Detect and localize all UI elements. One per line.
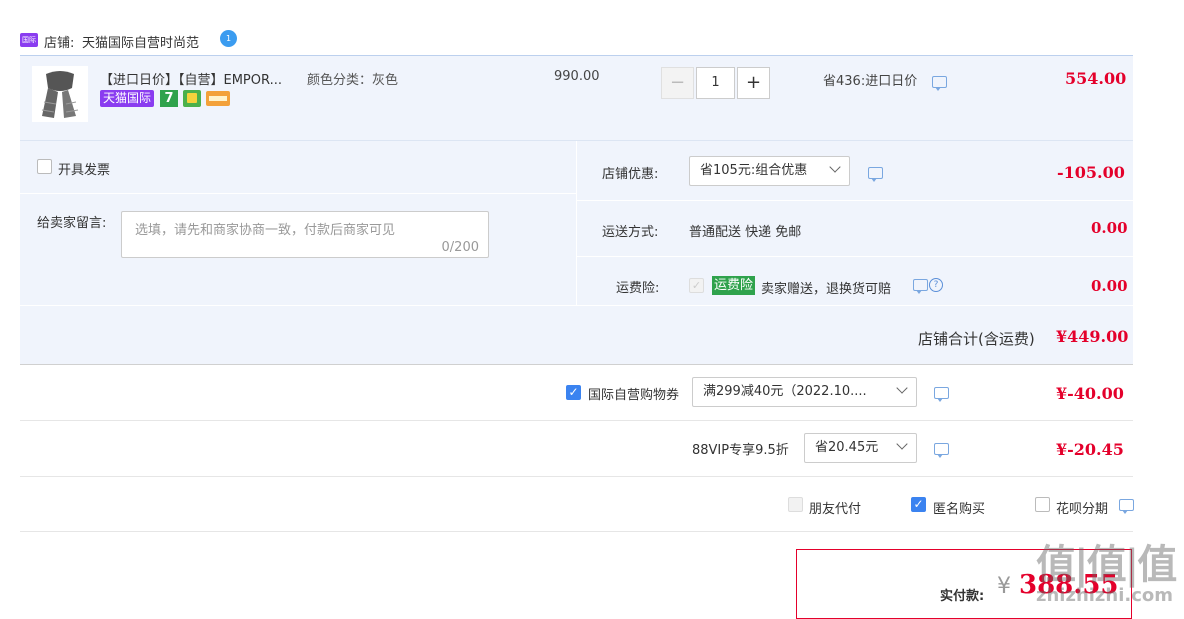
quantity-stepper: − 1 + [661,67,771,99]
insurance-label: 运费险: [616,281,660,296]
seller-message-input[interactable]: 选填，请先和商家协商一致，付款后商家可见 0/200 [121,211,489,258]
shipping-amount: 0.00 [1091,219,1128,237]
message-icon[interactable] [868,167,883,182]
help-icon[interactable]: ? [929,278,943,292]
huabei-label: 花呗分期 [1056,502,1109,517]
coupon-row: ✓ 国际自营购物券 满299减40元（2022.10.... ¥-40.00 [20,365,1133,420]
shop-discount-amount: -105.00 [1057,163,1125,182]
shop-name[interactable]: 天猫国际自营时尚范 [82,32,199,51]
shop-label: 店铺: [44,36,75,51]
coupon-amount: ¥-40.00 [1056,384,1124,403]
original-price: 990.00 [554,69,600,84]
badge-card-icon [206,91,230,106]
vip-select[interactable]: 省20.45元 [804,433,917,463]
insurance-row: 运费险: ✓ 运费险 卖家赠送，退换货可赔 ? 0.00 [577,257,1133,305]
decrease-button[interactable]: − [661,67,694,99]
invoice-checkbox[interactable] [37,159,52,174]
item-price: 554.00 [1065,69,1127,88]
message-label: 给卖家留言: [37,216,107,231]
insurance-desc: 卖家赠送，退换货可赔 [761,282,892,297]
item-sku: 颜色分类：灰色 [307,73,399,88]
shop-header: 国际 店铺: 天猫国际自营时尚范 1 [20,30,260,52]
chevron-down-icon [896,382,908,394]
coupon-checkbox[interactable]: ✓ [566,385,581,400]
watermark: 值|值|值 zhizhizhi.com [1030,530,1180,614]
shop-discount-label: 店铺优惠: [602,167,659,182]
shop-discount-row: 店铺优惠: 省105元:组合优惠 -105.00 [577,141,1133,200]
message-icon[interactable] [913,279,928,294]
product-image[interactable] [32,66,88,122]
item-title[interactable]: 【进口日价】【自营】EMPOR... [100,69,282,88]
message-counter: 0/200 [441,240,479,255]
chevron-down-icon [896,438,908,450]
coupon-value: 满299减40元（2022.10.... [703,384,867,399]
shipping-label: 运送方式: [602,225,659,240]
vip-row: 88VIP专享9.5折 省20.45元 ¥-20.45 [20,421,1133,476]
shop-discount-value: 省105元:组合优惠 [700,163,808,178]
shipping-row: 运送方式: 普通配送 快递 免邮 0.00 [577,201,1133,256]
payment-currency: ¥ [997,574,1011,599]
vip-amount: ¥-20.45 [1056,440,1124,459]
invoice-label: 开具发票 [58,163,111,178]
badge-tmall-global: 天猫国际 [100,90,155,107]
friend-pay-checkbox[interactable] [788,497,803,512]
wangwang-chat-icon[interactable]: 1 [220,30,237,47]
payment-options-row: 朋友代付 ✓ 匿名购买 花呗分期 [20,477,1134,531]
shipping-value: 普通配送 快递 免邮 [689,225,802,240]
message-icon[interactable] [932,76,947,91]
anonymous-checkbox[interactable]: ✓ [911,497,926,512]
message-icon[interactable] [934,387,949,402]
coupon-select[interactable]: 满299减40元（2022.10.... [692,377,917,407]
shop-discount-select[interactable]: 省105元:组合优惠 [689,156,850,186]
chevron-down-icon [829,161,841,173]
insurance-amount: 0.00 [1091,277,1128,295]
huabei-checkbox[interactable] [1035,497,1050,512]
vip-value: 省20.45元 [815,440,879,455]
payment-label: 实付款: [940,589,985,604]
scarf-icon [41,71,79,118]
shop-total-row: 店铺合计(含运费) ¥449.00 [20,306,1133,364]
badge-7-day-return: 7 [160,90,178,107]
order-extras-panel: 开具发票 给卖家留言: 选填，请先和商家协商一致，付款后商家可见 0/200 [20,141,576,305]
item-row: 【进口日价】【自营】EMPOR... 颜色分类：灰色 天猫国际 7 990.00… [20,56,1133,140]
message-icon[interactable] [1119,499,1134,514]
watermark-logo: 值|值|值 [1036,542,1177,588]
coupon-label: 国际自营购物券 [588,388,680,403]
insurance-checkbox: ✓ [689,278,704,293]
friend-pay-label: 朋友代付 [809,502,862,517]
message-icon[interactable] [934,443,949,458]
insurance-tag: 运费险 [712,276,756,295]
item-saving: 省436:进口日价 [823,74,918,89]
increase-button[interactable]: + [737,67,770,99]
message-placeholder: 选填，请先和商家协商一致，付款后商家可见 [135,223,396,238]
badge-gift-icon [183,90,201,107]
tmall-global-icon: 国际 [20,33,38,47]
watermark-domain: zhizhizhi.com [1036,585,1174,606]
shop-total-label: 店铺合计(含运费) [918,330,1035,348]
quantity-input[interactable]: 1 [696,67,735,99]
anonymous-label: 匿名购买 [933,502,986,517]
vip-label: 88VIP专享9.5折 [692,443,789,458]
shop-total-amount: ¥449.00 [1056,327,1129,346]
